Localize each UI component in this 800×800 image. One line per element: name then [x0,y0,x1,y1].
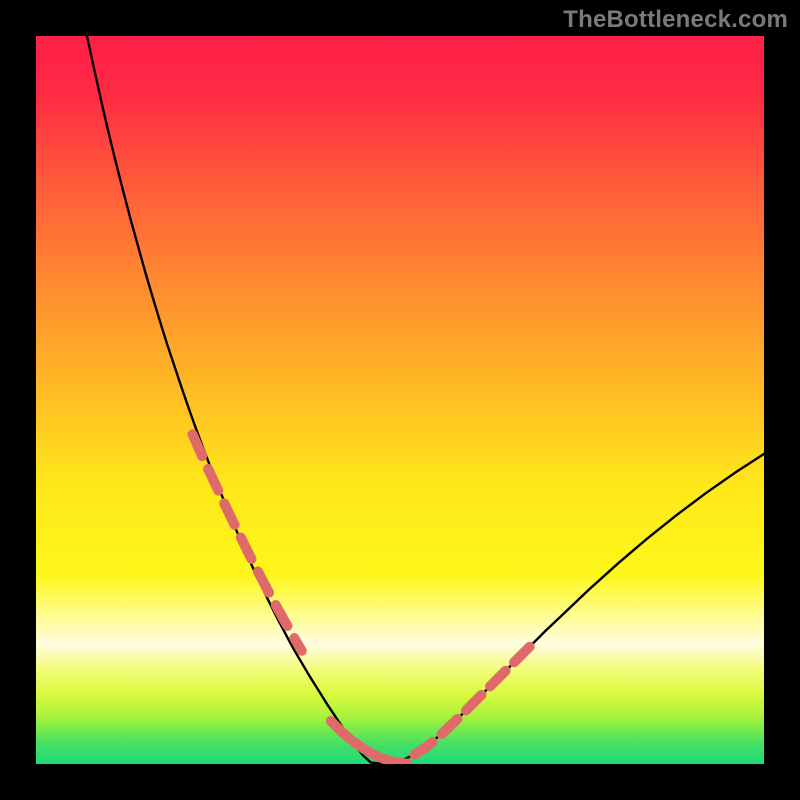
series-dash-overlay-left [193,434,302,651]
series-curve [87,36,764,764]
curve-layer [36,36,764,764]
series-dash-overlay-right [415,642,535,755]
plot-area [36,36,764,764]
watermark-text: TheBottleneck.com [563,6,788,34]
chart-frame: TheBottleneck.com [0,0,800,800]
series-dash-overlay-bottom [331,721,407,764]
